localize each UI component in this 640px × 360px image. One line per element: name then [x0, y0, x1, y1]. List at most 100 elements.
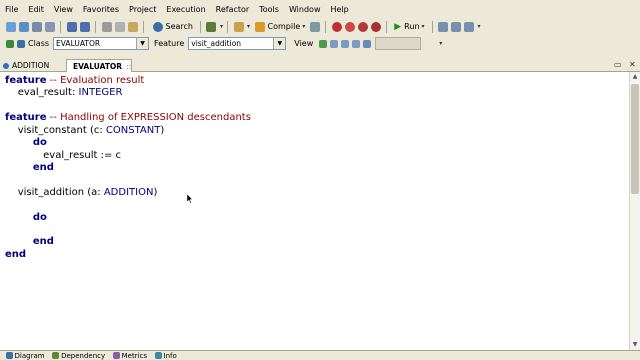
compile-button[interactable]: Compile ▾ — [253, 21, 305, 32]
keyword-token: end — [5, 162, 54, 173]
paste-icon[interactable] — [127, 21, 138, 32]
window-icon[interactable] — [206, 21, 217, 32]
class-icon — [3, 62, 9, 69]
new-class-icon[interactable] — [18, 21, 29, 32]
mouse-pointer-icon — [186, 193, 194, 204]
step-over-icon[interactable] — [438, 21, 449, 32]
tool-tab-info[interactable]: Info — [153, 352, 177, 360]
scroll-thumb[interactable] — [631, 84, 639, 194]
chevron-down-icon[interactable]: ▾ — [439, 40, 442, 47]
code-line[interactable]: feature -- Evaluation result — [5, 75, 144, 87]
redo-icon[interactable] — [79, 21, 90, 32]
feature-field[interactable]: visit_addition ▼ — [188, 37, 287, 50]
tab-addition[interactable]: ADDITION — [0, 59, 66, 72]
flat-view-icon[interactable] — [340, 39, 349, 48]
breakpoint-icon[interactable] — [344, 21, 355, 32]
separator — [325, 20, 327, 33]
code-line[interactable]: end — [5, 162, 54, 174]
chevron-down-icon[interactable]: ▾ — [422, 23, 425, 30]
maximize-icon[interactable]: ▭ — [614, 60, 622, 69]
new-file-icon[interactable] — [5, 21, 16, 32]
info-icon — [154, 352, 162, 359]
comment-token: -- Handling of EXPRESSION descendants — [46, 112, 251, 123]
copy-icon[interactable] — [114, 21, 125, 32]
separator — [431, 20, 433, 33]
chevron-down-icon[interactable]: ▾ — [247, 23, 250, 30]
keyword-token: end — [5, 236, 54, 247]
menu-item-execution[interactable]: Execution — [161, 5, 210, 14]
menu-item-help[interactable]: Help — [325, 5, 353, 14]
project-icon[interactable] — [233, 21, 244, 32]
tool-tab-metrics[interactable]: Metrics — [111, 352, 147, 360]
view-label: View — [294, 39, 314, 48]
run-button[interactable]: ▶ Run ▾ — [394, 22, 424, 32]
code-line[interactable]: eval_result := c — [5, 150, 121, 162]
code-line[interactable]: do — [5, 137, 47, 149]
back-icon[interactable] — [5, 39, 14, 48]
finalize-icon[interactable] — [370, 21, 381, 32]
menu-item-view[interactable]: View — [49, 5, 78, 14]
stop-icon[interactable] — [331, 21, 342, 32]
code-line[interactable]: visit_addition (a: ADDITION) — [5, 187, 158, 199]
cut-icon[interactable] — [101, 21, 112, 32]
forward-icon[interactable] — [16, 39, 25, 48]
scroll-up-icon[interactable]: ▲ — [630, 72, 640, 82]
tab-evaluator[interactable]: EVALUATOR :: — [66, 59, 132, 72]
class-field[interactable]: EVALUATOR ▼ — [53, 37, 150, 50]
vertical-scrollbar[interactable]: ▲ ▼ — [629, 72, 640, 350]
main-toolbar: Search ▾ ▾ Compile ▾ ▶ Run ▾ ▾ — [0, 18, 640, 35]
undo-icon[interactable] — [66, 21, 77, 32]
code-line[interactable]: feature -- Handling of EXPRESSION descen… — [5, 112, 251, 124]
code-token: visit_constant (c: — [5, 125, 106, 136]
text-view-icon[interactable] — [318, 39, 327, 48]
menu-item-refactor[interactable]: Refactor — [211, 5, 255, 14]
separator — [60, 20, 61, 33]
menu-item-tools[interactable]: Tools — [254, 5, 284, 14]
menu-item-edit[interactable]: Edit — [23, 5, 49, 14]
step-into-icon[interactable] — [451, 21, 462, 32]
code-token: eval_result := c — [5, 150, 122, 161]
tool-tab-label: Dependency — [61, 351, 106, 360]
compile-label: Compile — [267, 22, 301, 31]
type-token: INTEGER — [78, 87, 123, 98]
clickable-view-icon[interactable] — [362, 39, 371, 48]
code-editor[interactable]: feature -- Evaluation result eval_result… — [0, 72, 629, 350]
compile-options-icon[interactable] — [309, 21, 320, 32]
scroll-down-icon[interactable]: ▼ — [630, 340, 640, 350]
code-line[interactable]: do — [5, 212, 47, 224]
code-line[interactable]: eval_result: INTEGER — [5, 87, 123, 99]
code-token: ) — [153, 187, 158, 198]
menu-item-favorites[interactable]: Favorites — [78, 5, 124, 14]
step-out-icon[interactable] — [464, 21, 475, 32]
chevron-down-icon[interactable]: ▾ — [302, 23, 305, 30]
search-icon — [152, 21, 163, 32]
search-button[interactable]: Search — [151, 21, 193, 32]
menu-item-project[interactable]: Project — [124, 5, 161, 14]
tool-tab-diagram[interactable]: Diagram — [4, 352, 45, 360]
dependency-icon — [52, 352, 60, 359]
menu-bar: File Edit View Favorites Project Execution Ref… — [0, 0, 640, 18]
chevron-down-icon[interactable]: ▾ — [478, 23, 481, 30]
tab-label: EVALUATOR — [73, 61, 123, 71]
editor-tab-bar: ADDITION EVALUATOR :: ▭ ✕ — [0, 58, 640, 72]
code-line[interactable]: end — [5, 236, 54, 248]
menu-item-window[interactable]: Window — [284, 5, 326, 14]
feature-value: visit_addition — [191, 39, 242, 48]
code-line[interactable]: visit_constant (c: CONSTANT) — [5, 125, 165, 137]
contract-view-icon[interactable] — [329, 39, 338, 48]
interface-view-icon[interactable] — [351, 39, 360, 48]
chevron-down-icon[interactable]: ▼ — [136, 38, 149, 49]
tool-tab-label: Diagram — [14, 351, 45, 360]
menu-item-file[interactable]: File — [0, 5, 23, 14]
save-all-icon[interactable] — [44, 21, 55, 32]
chevron-down-icon[interactable]: ▼ — [273, 38, 286, 49]
close-icon[interactable]: ✕ — [629, 60, 636, 69]
close-icon[interactable]: :: — [126, 62, 131, 71]
view-selector[interactable] — [375, 37, 422, 50]
tool-tab-dependency[interactable]: Dependency — [51, 351, 106, 360]
code-line[interactable]: end — [5, 249, 26, 261]
diagram-icon — [5, 352, 13, 359]
clean-icon[interactable] — [357, 21, 368, 32]
save-icon[interactable] — [31, 21, 42, 32]
chevron-down-icon[interactable]: ▾ — [220, 23, 223, 30]
